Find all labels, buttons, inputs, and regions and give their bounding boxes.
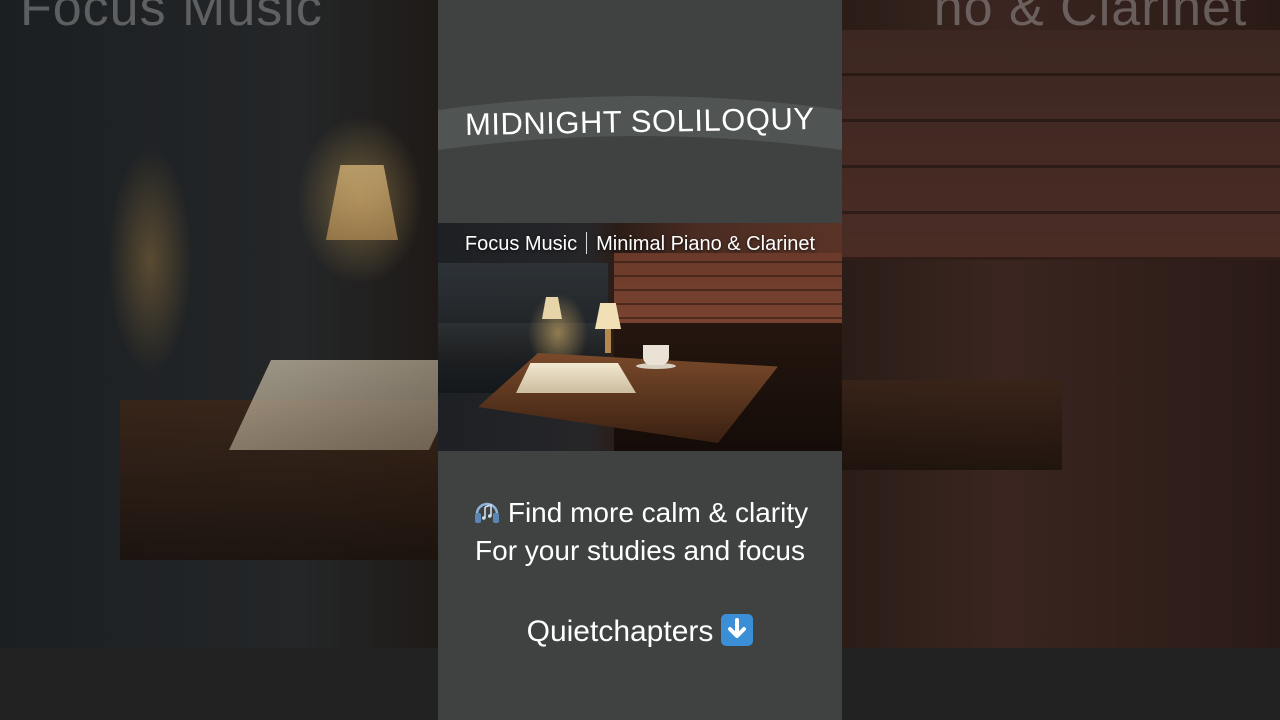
cta-line-1: Find more calm & clarity xyxy=(507,497,809,528)
cta-line-2: For your studies and focus xyxy=(475,535,805,566)
background-table-right xyxy=(842,380,1062,470)
channel-name[interactable]: Quietchapters xyxy=(527,615,714,648)
background-book xyxy=(229,360,471,450)
thumb-lamp-base xyxy=(605,329,611,353)
subtitle-separator xyxy=(586,232,588,254)
subtitle-left: Focus Music xyxy=(464,233,578,255)
background-title-left: Focus Music xyxy=(20,0,323,37)
thumbnail-subtitle: Focus Music Minimal Piano & Clarinet xyxy=(438,232,842,256)
video-title-text: MIDNIGHT SOLILOQUY xyxy=(464,100,816,143)
headphones-music-icon xyxy=(474,502,499,523)
down-arrow-icon xyxy=(721,614,754,646)
background-lamp xyxy=(326,165,398,240)
thumb-book xyxy=(516,363,636,393)
thumbnail-image xyxy=(438,223,842,451)
subtitle-right: Minimal Piano & Clarinet xyxy=(596,233,816,255)
call-to-action: Find more calm & clarity For your studie… xyxy=(438,494,842,570)
thumb-coffee-cup xyxy=(643,345,669,365)
video-title: MIDNIGHT SOLILOQUY xyxy=(438,100,842,143)
thumb-brick-wall xyxy=(614,253,842,333)
video-panel[interactable]: MIDNIGHT SOLILOQUY Focus Music Minimal Pi… xyxy=(438,0,842,720)
channel-link[interactable]: Quietchapters xyxy=(438,614,842,649)
background-brick-wall xyxy=(842,30,1280,260)
background-title-right: no & Clarinet xyxy=(933,0,1248,37)
